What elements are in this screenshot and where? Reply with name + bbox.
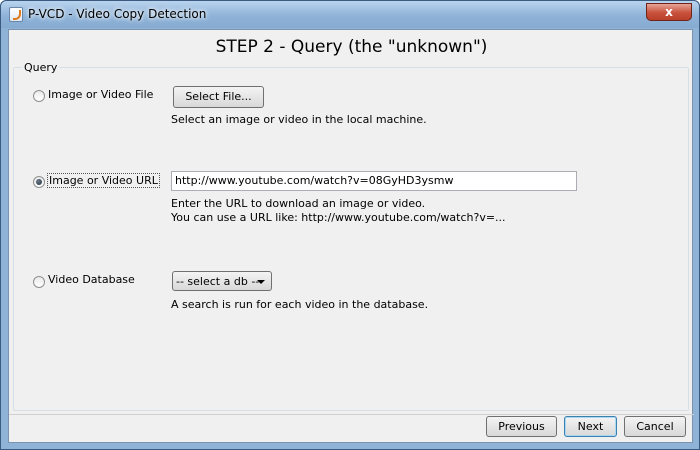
radio-label-video-database[interactable]: Video Database bbox=[48, 273, 135, 286]
file-description: Select an image or video in the local ma… bbox=[171, 113, 427, 126]
radio-image-or-video-file[interactable] bbox=[33, 90, 45, 102]
title-bar[interactable]: P-VCD - Video Copy Detection x bbox=[1, 1, 699, 28]
url-input[interactable]: http://www.youtube.com/watch?v=08GyHD3ys… bbox=[171, 171, 577, 191]
java-app-icon bbox=[9, 7, 23, 22]
radio-video-database[interactable] bbox=[33, 276, 45, 288]
select-file-button[interactable]: Select File... bbox=[173, 86, 264, 108]
radio-label-image-or-video-file[interactable]: Image or Video File bbox=[48, 88, 153, 101]
url-description-line-1: Enter the URL to download an image or vi… bbox=[171, 197, 426, 210]
next-button[interactable]: Next bbox=[564, 416, 617, 437]
wizard-panel: STEP 2 - Query (the "unknown") Query Ima… bbox=[8, 29, 694, 443]
radio-image-or-video-url[interactable] bbox=[33, 176, 45, 188]
database-description: A search is run for each video in the da… bbox=[171, 298, 429, 311]
database-select[interactable]: -- select a db -- bbox=[172, 271, 272, 291]
cancel-button[interactable]: Cancel bbox=[624, 416, 686, 437]
app-window: P-VCD - Video Copy Detection x STEP 2 - … bbox=[0, 0, 700, 450]
step-title: STEP 2 - Query (the "unknown") bbox=[215, 37, 488, 57]
window-title: P-VCD - Video Copy Detection bbox=[28, 7, 207, 21]
database-select-value: -- select a db -- bbox=[176, 275, 260, 288]
url-description-line-2: You can use a URL like: http://www.youtu… bbox=[171, 211, 506, 224]
query-group-label: Query bbox=[22, 61, 60, 74]
close-button[interactable]: x bbox=[646, 3, 692, 21]
radio-label-image-or-video-url[interactable]: Image or Video URL bbox=[47, 173, 160, 188]
previous-button[interactable]: Previous bbox=[486, 416, 557, 437]
footer-divider bbox=[9, 414, 694, 415]
chevron-down-icon bbox=[257, 280, 265, 284]
